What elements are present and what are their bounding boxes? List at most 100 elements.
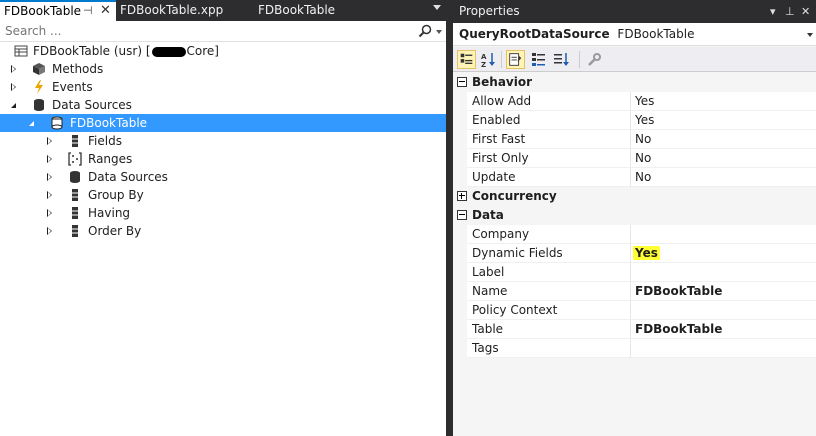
property-value[interactable]: No bbox=[630, 168, 816, 187]
tree-node-label: Fields bbox=[88, 134, 122, 148]
tab-fdbooktable[interactable]: FDBookTable bbox=[258, 0, 335, 21]
property-name: Tags bbox=[467, 339, 630, 358]
property-value[interactable] bbox=[630, 263, 816, 282]
sort-order-icon[interactable] bbox=[552, 50, 571, 69]
properties-title: Properties bbox=[459, 4, 520, 18]
tree-node-data-sources[interactable]: Data Sources bbox=[0, 96, 446, 114]
collapse-arrow-icon[interactable] bbox=[11, 103, 16, 108]
datasource-icon bbox=[51, 116, 63, 130]
tree-node-ranges[interactable]: Ranges bbox=[0, 150, 446, 168]
property-row-allow-add[interactable]: Allow Add Yes bbox=[453, 92, 816, 111]
property-name: Name bbox=[467, 282, 630, 301]
property-row-policy-context[interactable]: Policy Context bbox=[453, 301, 816, 320]
category-behavior[interactable]: Behavior bbox=[453, 73, 816, 92]
wrench-icon[interactable] bbox=[585, 50, 604, 69]
property-value[interactable] bbox=[630, 225, 816, 244]
having-icon bbox=[72, 207, 78, 219]
property-row-table[interactable]: Table FDBookTable bbox=[453, 320, 816, 339]
tree-node-label: FDBookTable bbox=[70, 116, 148, 130]
redacted-mark bbox=[151, 46, 186, 57]
window-position-dropdown-icon[interactable]: ▾ bbox=[770, 0, 776, 23]
tree-node-fields[interactable]: Fields bbox=[0, 132, 446, 150]
property-name: Dynamic Fields bbox=[467, 244, 630, 263]
property-value[interactable]: FDBookTable bbox=[630, 282, 816, 301]
tab-fdbooktable-xpp[interactable]: FDBookTable.xpp bbox=[120, 0, 223, 21]
tree-node-having[interactable]: Having bbox=[0, 204, 446, 222]
chevron-down-icon[interactable] bbox=[807, 33, 813, 37]
tab-label: FDBookTable bbox=[4, 4, 82, 18]
tab-fdbooktable-designer[interactable]: FDBookTable ⊣ ✕ bbox=[0, 0, 116, 21]
category-concurrency[interactable]: Concurrency bbox=[453, 187, 816, 206]
object-selector[interactable]: QueryRootDataSource FDBookTable bbox=[453, 23, 816, 46]
datasource-icon bbox=[34, 99, 44, 111]
property-row-first-only[interactable]: First Only No bbox=[453, 149, 816, 168]
toolbar-separator bbox=[579, 51, 580, 68]
tree-node-fdbooktable[interactable]: FDBookTable bbox=[0, 114, 446, 132]
tree-node-events[interactable]: Events bbox=[0, 78, 446, 96]
property-row-dynamic-fields[interactable]: Dynamic Fields Yes bbox=[453, 244, 816, 263]
search-icon[interactable] bbox=[418, 24, 432, 38]
property-name: First Only bbox=[467, 149, 630, 168]
property-row-label[interactable]: Label bbox=[453, 263, 816, 282]
pane-splitter[interactable] bbox=[446, 0, 453, 436]
expand-arrow-icon[interactable] bbox=[47, 155, 52, 163]
property-value[interactable]: No bbox=[630, 130, 816, 149]
property-pages-icon[interactable] bbox=[529, 50, 548, 69]
search-bar bbox=[0, 21, 446, 42]
collapse-arrow-icon[interactable] bbox=[29, 121, 34, 126]
property-value[interactable]: Yes bbox=[630, 111, 816, 130]
search-options-chevron-icon[interactable] bbox=[436, 30, 442, 34]
property-row-name[interactable]: Name FDBookTable bbox=[453, 282, 816, 301]
property-row-update[interactable]: Update No bbox=[453, 168, 816, 187]
property-grid-empty-area bbox=[453, 358, 816, 436]
tree-node-label: Methods bbox=[52, 62, 104, 76]
category-data[interactable]: Data bbox=[453, 206, 816, 225]
property-name: Company bbox=[467, 225, 630, 244]
expand-arrow-icon[interactable] bbox=[47, 173, 52, 181]
expand-arrow-icon[interactable] bbox=[11, 83, 16, 91]
svg-text:A: A bbox=[481, 53, 487, 61]
expand-icon[interactable] bbox=[457, 191, 467, 201]
pin-icon[interactable]: ⊥ bbox=[785, 0, 795, 23]
alphabetical-sort-icon[interactable]: A Z bbox=[479, 50, 498, 69]
tree-node-nested-data-sources[interactable]: Data Sources bbox=[0, 168, 446, 186]
search-input[interactable] bbox=[0, 21, 410, 41]
property-row-tags[interactable]: Tags bbox=[453, 339, 816, 358]
tree-node-label: Events bbox=[52, 80, 93, 94]
expand-arrow-icon[interactable] bbox=[47, 227, 52, 235]
collapse-icon[interactable] bbox=[457, 210, 467, 220]
property-row-company[interactable]: Company bbox=[453, 225, 816, 244]
categorized-icon[interactable] bbox=[457, 50, 476, 69]
property-value[interactable] bbox=[630, 339, 816, 358]
tree-node-methods[interactable]: Methods bbox=[0, 60, 446, 78]
expand-arrow-icon[interactable] bbox=[47, 137, 52, 145]
property-value[interactable]: Yes bbox=[630, 244, 816, 263]
property-value[interactable] bbox=[630, 301, 816, 320]
property-name: Update bbox=[467, 168, 630, 187]
ranges-icon bbox=[68, 152, 82, 166]
property-value[interactable]: No bbox=[630, 149, 816, 168]
property-name: Enabled bbox=[467, 111, 630, 130]
designer-pane: FDBookTable ⊣ ✕ FDBookTable.xpp FDBookTa… bbox=[0, 0, 446, 436]
expand-arrow-icon[interactable] bbox=[47, 209, 52, 217]
property-name: Allow Add bbox=[467, 92, 630, 111]
expand-arrow-icon[interactable] bbox=[11, 65, 16, 73]
collapse-icon[interactable] bbox=[457, 77, 467, 87]
tree-node-order-by[interactable]: Order By bbox=[0, 222, 446, 240]
close-icon[interactable]: ✕ bbox=[801, 0, 810, 23]
tree-node-label: Group By bbox=[88, 188, 144, 202]
close-icon[interactable]: ✕ bbox=[100, 2, 111, 20]
property-row-enabled[interactable]: Enabled Yes bbox=[453, 111, 816, 130]
properties-icon[interactable] bbox=[506, 50, 525, 69]
object-type: QueryRootDataSource bbox=[459, 27, 610, 41]
chevron-down-icon[interactable] bbox=[433, 5, 441, 10]
tree-node-root[interactable]: FDBookTable (usr) [Core] bbox=[0, 42, 446, 60]
property-value[interactable]: FDBookTable bbox=[630, 320, 816, 339]
pin-icon[interactable]: ⊣ bbox=[83, 2, 93, 20]
property-row-first-fast[interactable]: First Fast No bbox=[453, 130, 816, 149]
property-value[interactable]: Yes bbox=[630, 92, 816, 111]
properties-toolbar: A Z bbox=[453, 47, 816, 72]
tree-node-group-by[interactable]: Group By bbox=[0, 186, 446, 204]
category-title: Data bbox=[472, 208, 504, 222]
expand-arrow-icon[interactable] bbox=[47, 191, 52, 199]
